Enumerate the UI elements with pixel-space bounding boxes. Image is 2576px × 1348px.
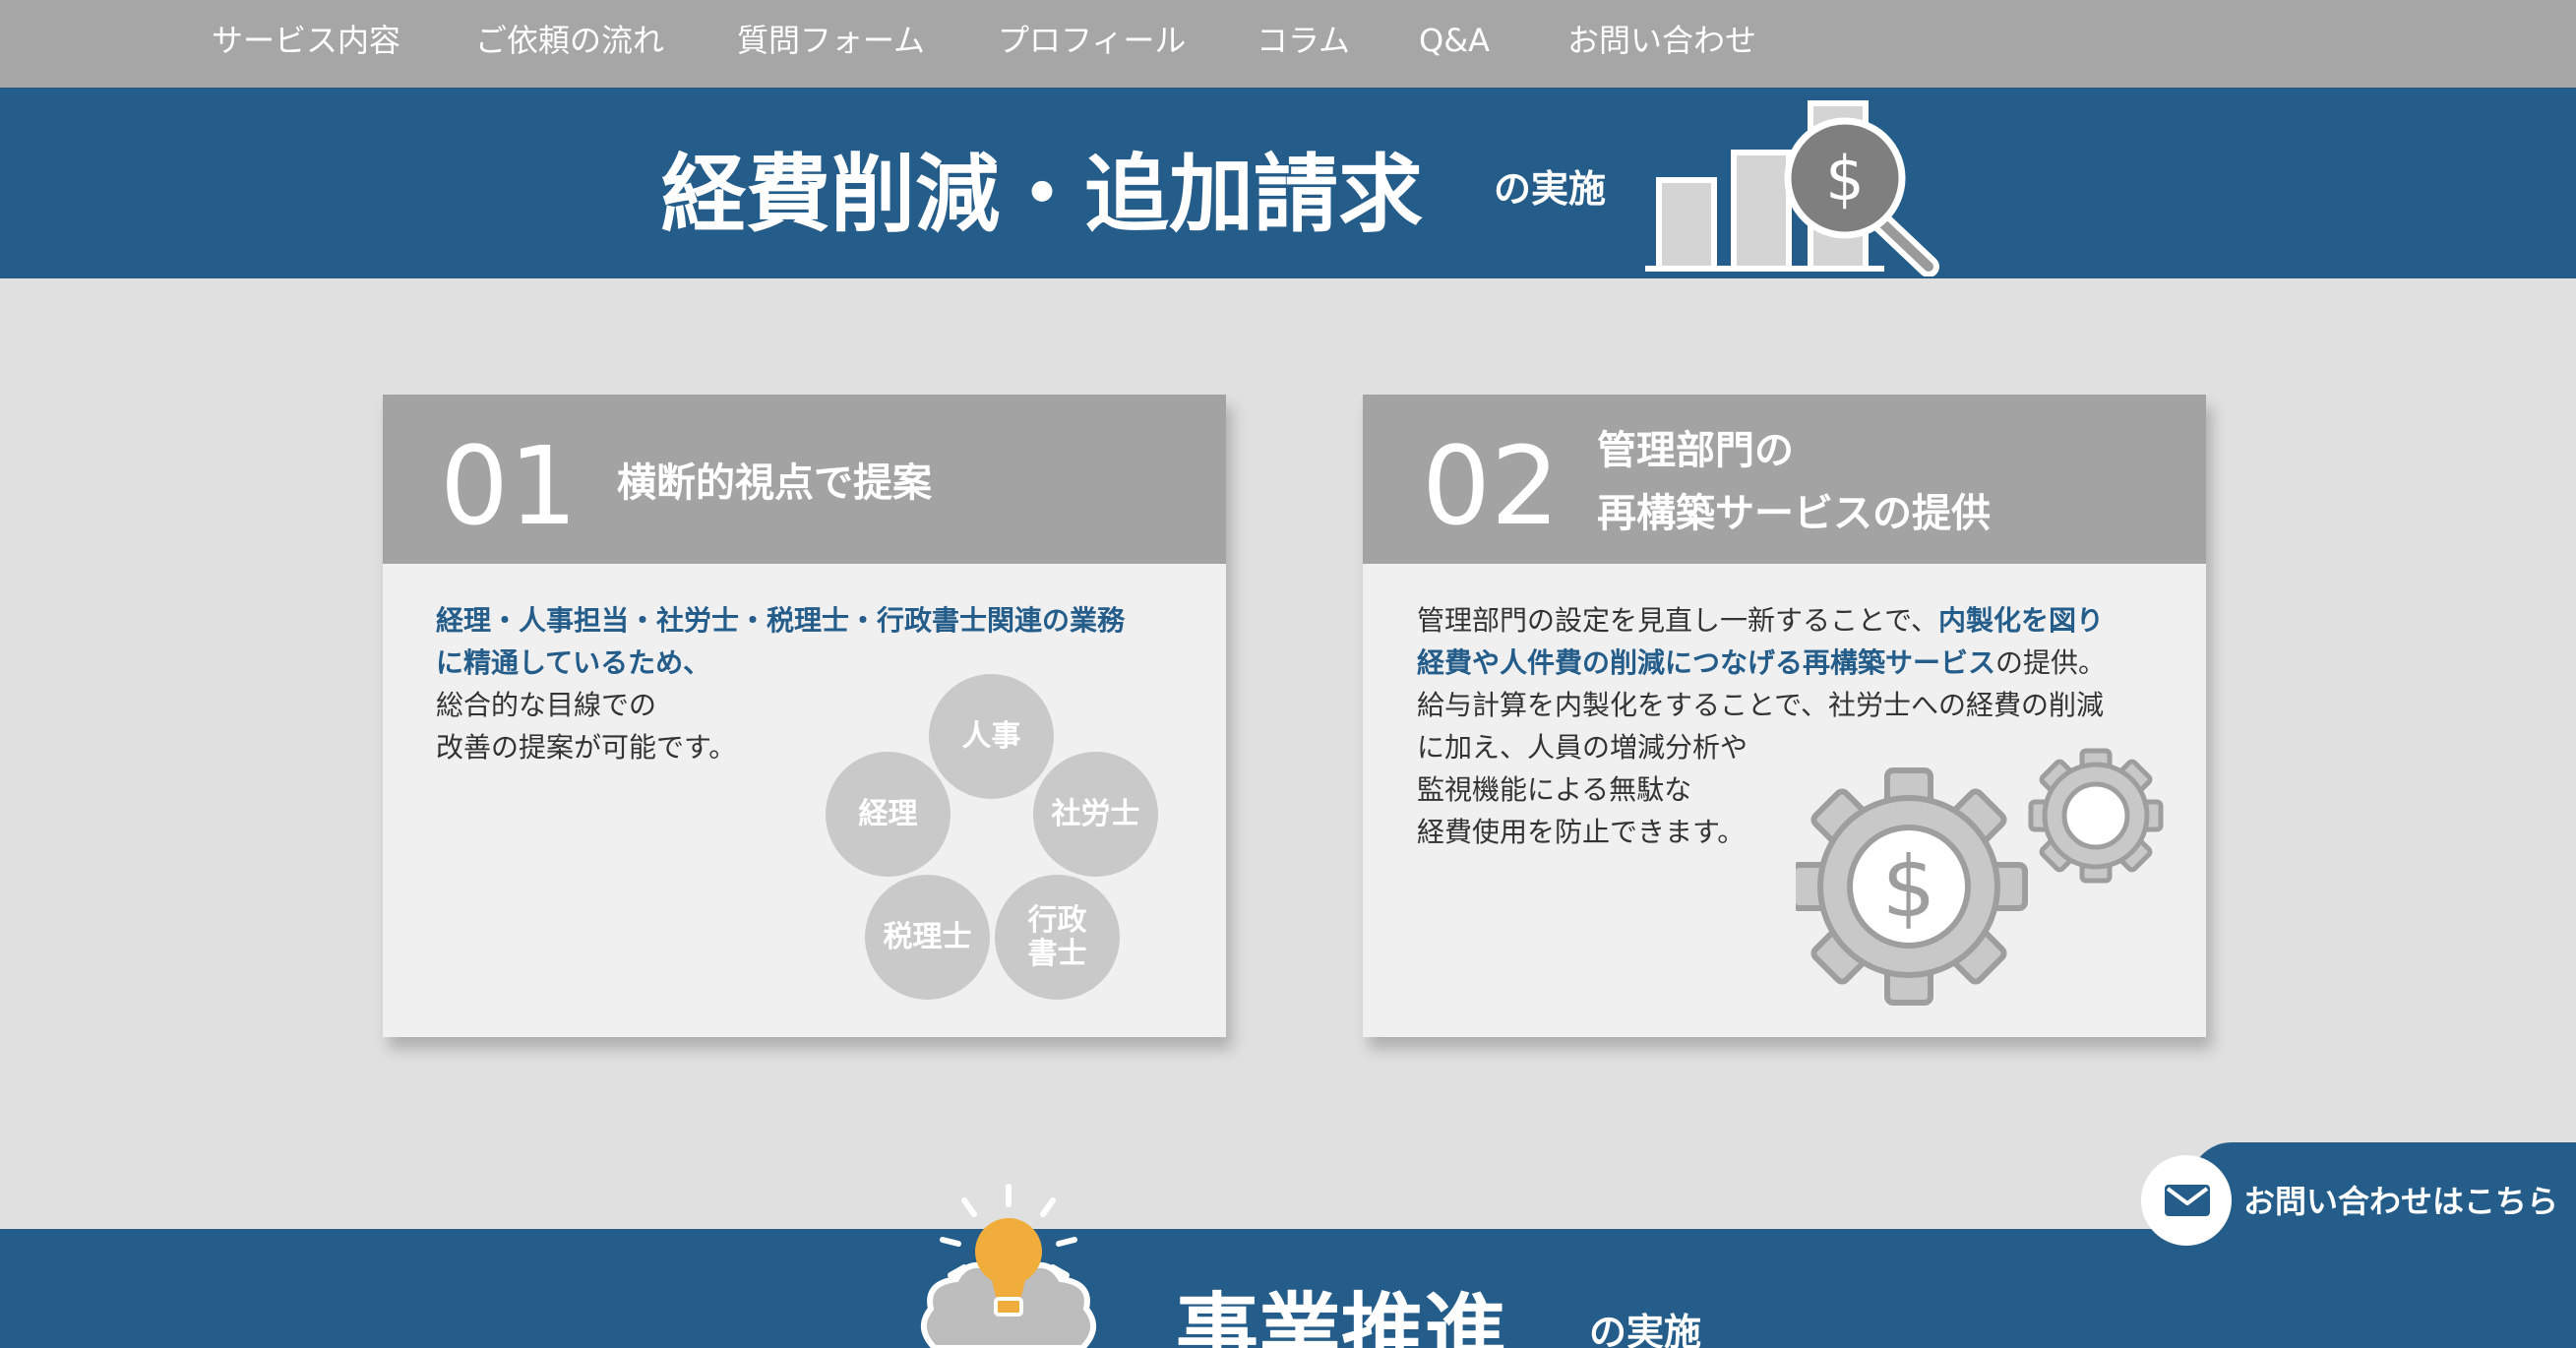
text-segment: の提供。 <box>1995 646 2107 679</box>
svg-text:$: $ <box>1825 143 1864 214</box>
card-title-line1: 管理部門の <box>1597 428 1794 473</box>
card-header: 02 管理部門の 再構築サービスの提供 <box>1363 395 2206 564</box>
highlight-line: に精通しているため、 <box>436 646 711 679</box>
section-header-cost-reduction: 経費削減・追加請求 の実施 $ <box>0 88 2576 278</box>
top-nav: サービス内容 ご依頼の流れ 質問フォーム プロフィール コラム Q&A お問い合… <box>0 0 2576 88</box>
highlight-segment: 内製化を図り <box>1938 604 2105 637</box>
circle-administrative-scrivener: 行政書士 <box>995 875 1120 1000</box>
card-title-line2: 再構築サービスの提供 <box>1597 491 1991 536</box>
text-segment: 管理部門の設定を見直し一新することで、 <box>1417 604 1939 637</box>
card-title: 横断的視点で提案 <box>617 460 932 506</box>
section-title: 事業推進 <box>1176 1284 1507 1348</box>
feature-card-01: 01 横断的視点で提案 経理・人事担当・社労士・税理士・行政書士関連の業務 に精… <box>383 395 1226 1037</box>
svg-text:$: $ <box>1882 838 1936 937</box>
card-number: 01 <box>440 423 578 549</box>
text-line: 管理部門の設定を見直し一新することで、内製化を図り <box>1417 599 2106 642</box>
nav-item-services[interactable]: サービス内容 <box>212 0 400 82</box>
lightbulb-brain-icon <box>921 1184 1096 1348</box>
mail-icon-circle[interactable] <box>2141 1155 2232 1246</box>
gears-dollar-icon: $ <box>1796 748 2164 1006</box>
nav-item-column[interactable]: コラム <box>1257 0 1350 82</box>
card-number: 02 <box>1422 423 1560 549</box>
section-title-suffix: の実施 <box>1589 1311 1702 1348</box>
nav-item-contact[interactable]: お問い合わせ <box>1567 0 1756 82</box>
circle-tax-accountant: 税理士 <box>865 875 990 1000</box>
nav-item-qa[interactable]: Q&A <box>1419 0 1490 82</box>
highlight-line: 経理・人事担当・社労士・税理士・行政書士関連の業務 <box>436 604 1126 637</box>
nav-item-flow[interactable]: ご依頼の流れ <box>475 0 664 82</box>
bar-chart-dollar-magnifier-icon: $ <box>1645 100 1939 276</box>
text-line: 経費や人件費の削減につなげる再構築サービスの提供。 <box>1417 642 2106 684</box>
section-title: 経費削減・追加請求 <box>661 146 1423 244</box>
circle-accounting: 経理 <box>826 752 951 877</box>
mail-icon <box>2165 1185 2210 1216</box>
circle-labor-consultant: 社労士 <box>1033 752 1158 877</box>
nav-item-question-form[interactable]: 質問フォーム <box>737 0 925 82</box>
contact-button-label[interactable]: お問い合わせはこちら <box>2243 1177 2558 1222</box>
highlight-segment: 経費や人件費の削減につなげる再構築サービス <box>1417 646 1996 679</box>
section-title-suffix: の実施 <box>1494 167 1607 211</box>
feature-card-02: 02 管理部門の 再構築サービスの提供 管理部門の設定を見直し一新することで、内… <box>1363 395 2206 1037</box>
card-header: 01 横断的視点で提案 <box>383 395 1226 564</box>
text-line: 給与計算を内製化をすることで、社労士への経費の削減 <box>1417 689 2105 721</box>
nav-item-profile[interactable]: プロフィール <box>998 0 1186 82</box>
circle-hr: 人事 <box>929 674 1054 799</box>
